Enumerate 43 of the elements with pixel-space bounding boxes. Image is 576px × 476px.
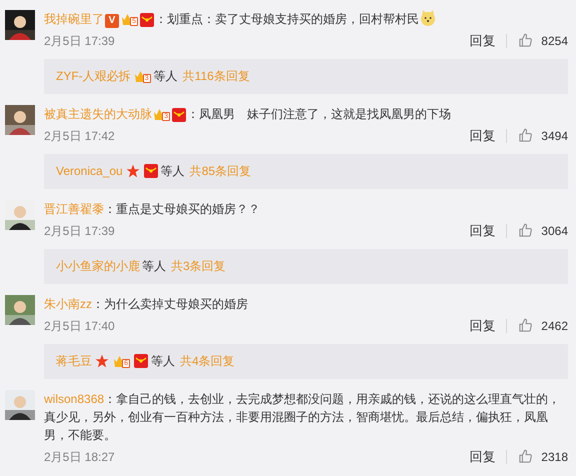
reply-link[interactable]: 回复 bbox=[469, 126, 496, 146]
reply-count-link[interactable]: 共4条回复 bbox=[180, 352, 235, 370]
reply-link[interactable]: 回复 bbox=[469, 221, 496, 240]
thumbs-up-icon[interactable] bbox=[518, 223, 534, 238]
reply-link[interactable]: 回复 bbox=[469, 447, 496, 466]
replies-label: 等人 bbox=[151, 353, 175, 370]
comment-text: 朱小南zz：为什么卖掉丈母娘买的婚房 bbox=[44, 296, 249, 313]
reply-count-link[interactable]: 共3条回复 bbox=[171, 257, 226, 275]
thumbs-up-icon[interactable] bbox=[518, 128, 534, 144]
like-count: 3494 bbox=[541, 128, 568, 145]
replier-name[interactable]: ZYF-人艰必拆 bbox=[56, 67, 131, 85]
comment-time: 2月5日 17:39 bbox=[44, 32, 115, 50]
replies-label: 等人 bbox=[142, 258, 166, 275]
thumbs-up-icon[interactable] bbox=[518, 449, 534, 464]
reply-link[interactable]: 回复 bbox=[469, 31, 496, 50]
dog-face-icon bbox=[420, 10, 436, 26]
envelope-icon bbox=[140, 12, 154, 27]
like-count: 3064 bbox=[541, 222, 568, 240]
comment-time: 2月5日 17:42 bbox=[44, 128, 115, 145]
replier-name[interactable]: 小小鱼家的小鹿 bbox=[56, 257, 140, 275]
comment-time: 2月5日 18:27 bbox=[44, 448, 115, 466]
vip-badge: V bbox=[105, 14, 119, 28]
like-count: 8254 bbox=[541, 32, 568, 50]
like-count: 2462 bbox=[541, 318, 568, 335]
envelope-icon bbox=[134, 354, 148, 368]
comment-time: 2月5日 17:40 bbox=[44, 318, 115, 335]
replies-label: 等人 bbox=[160, 163, 185, 180]
reply-count-link[interactable]: 共116条回复 bbox=[182, 67, 250, 85]
reply-count-link[interactable]: 共85条回复 bbox=[190, 162, 252, 180]
thumbs-up-icon[interactable] bbox=[518, 33, 534, 48]
replies-label: 等人 bbox=[154, 68, 178, 85]
replier-name[interactable]: Veronica_ou bbox=[56, 162, 123, 180]
like-count: 2318 bbox=[541, 448, 568, 466]
envelope-icon bbox=[144, 164, 158, 178]
comment-text: 晋江善翟黍：重点是丈母娘买的婚房？？ bbox=[44, 201, 261, 218]
comment-text: wilson8368：拿自己的钱，去创业，去完成梦想都没问题，用亲戚的钱，还说的这么理直气壮的，真少见，另外，创业有一百种方法，非要用混圈子的方法，智商堪忧。最后总结，偏执狂，凤凰男，不能要。 bbox=[44, 391, 562, 444]
reply-link[interactable]: 回复 bbox=[469, 316, 496, 336]
envelope-icon bbox=[172, 108, 186, 122]
star-icon bbox=[126, 164, 140, 178]
comment-time: 2月5日 17:39 bbox=[44, 222, 115, 240]
thumbs-up-icon[interactable] bbox=[518, 318, 534, 334]
star-icon bbox=[95, 354, 109, 368]
replier-name[interactable]: 蒋毛豆 bbox=[56, 352, 92, 370]
